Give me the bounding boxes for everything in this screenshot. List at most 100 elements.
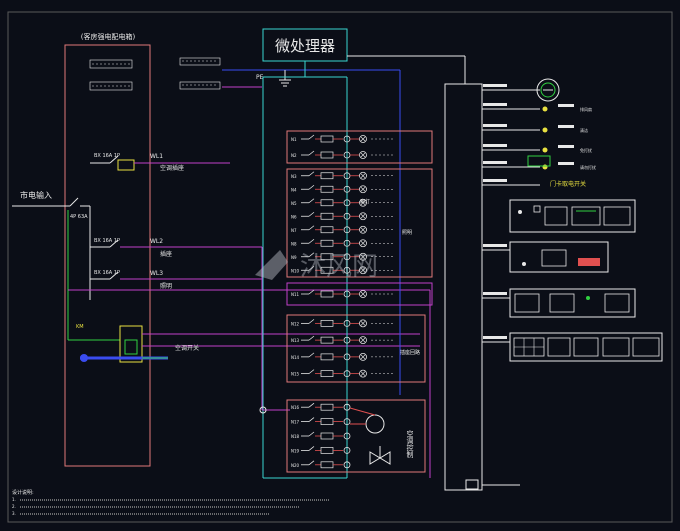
right-control-strip	[444, 83, 483, 491]
mains-label: 市电输入	[20, 190, 52, 200]
right-row-label: 清洁	[580, 127, 588, 133]
circuit-row: N1	[291, 134, 393, 143]
watermark: 沐风网	[300, 252, 378, 282]
relay-symbol	[320, 185, 334, 193]
circuit-note-2: 插座	[160, 250, 172, 258]
circuit-row: N2	[291, 150, 393, 159]
circuit-row-label: N6	[291, 214, 297, 219]
group-label-sockets: 插座回路	[400, 349, 420, 356]
relay-symbol	[320, 239, 334, 247]
circuit-tag-1: WL1	[150, 153, 163, 160]
relay-symbol	[320, 447, 334, 454]
circuit-row: N20	[291, 460, 351, 469]
circuit-row: N5	[291, 198, 393, 207]
relay-symbol	[320, 290, 334, 298]
circuit-row-label: N9	[291, 255, 297, 260]
right-device-row	[482, 103, 574, 112]
circuit-row-label: N19	[291, 448, 300, 453]
circuit-row-label: N16	[291, 405, 300, 410]
group-label-lighting: 照明	[402, 230, 412, 236]
note-1: 1.	[12, 497, 16, 502]
control-panel-1	[509, 199, 636, 233]
relay-symbol	[320, 172, 334, 180]
watermark-logo	[255, 250, 288, 280]
right-device-row	[482, 144, 574, 153]
circuit-row-label: N2	[291, 153, 297, 158]
panel-title: (客房强电配电箱)	[81, 32, 136, 41]
circuit-row: N19	[291, 446, 351, 454]
circuit-note-1: 空调插座	[160, 164, 184, 172]
group-label-ac: 空调控制	[406, 429, 414, 459]
circuit-row-label: N8	[291, 241, 297, 246]
right-row-label: 免打扰	[580, 147, 592, 153]
circuit-row-label: N15	[291, 372, 300, 377]
right-panel-label: 门卡取电开关	[550, 180, 586, 188]
keycard-switch-icon	[536, 78, 560, 102]
keycard-indicator	[527, 155, 551, 167]
indicator-icon	[542, 147, 548, 153]
circuit-row: N13	[291, 335, 393, 345]
relay-symbol	[320, 226, 334, 234]
control-panel-2	[509, 241, 609, 273]
circuit-row-label: N13	[291, 338, 300, 343]
mcb-label: 4P 63A	[70, 214, 88, 220]
right-device-row	[482, 244, 510, 251]
circuit-row-label: N12	[291, 321, 300, 326]
branch-circuit-1: BX 16A 1P WL1 空调插座	[90, 153, 230, 172]
breaker-label-1: BX 16A 1P	[94, 153, 120, 159]
branch-circuit-2: BX 16A 1P WL2 插座	[90, 238, 262, 258]
ground-symbol	[279, 70, 291, 87]
ac-valve	[369, 446, 391, 465]
wiring-schematic: (客房强电配电箱) 市电输入 4P 63A BX 16A 1P WL1 空调插座…	[7, 11, 673, 523]
relay-symbol	[320, 461, 334, 469]
top-device-cluster	[179, 57, 221, 90]
right-device-row	[482, 336, 510, 343]
title: 微处理器	[275, 37, 335, 55]
ac-fan-motor	[349, 407, 385, 434]
main-breaker-symbol	[69, 197, 79, 207]
right-row-label: 请勿打扰	[580, 164, 596, 170]
branch-circuit-3: BX 16A 1P WL3 照明	[90, 270, 262, 290]
circuit-group-box-1	[286, 130, 433, 164]
circuit-row: N4	[291, 184, 393, 194]
circuit-row-label: N7	[291, 228, 297, 233]
right-device-row	[482, 124, 574, 133]
relay-symbol	[320, 135, 334, 143]
relay-symbol	[320, 320, 334, 327]
relay-symbol	[320, 418, 334, 425]
indicator-icon	[542, 164, 548, 170]
circuit-row-label: N14	[291, 355, 300, 360]
design-notes: 设计说明: 1. 2. 3.	[12, 489, 330, 516]
circuit-tag-3: WL3	[150, 270, 163, 277]
panel-device-top	[89, 59, 133, 91]
circuit-note-3: 照明	[160, 283, 172, 290]
group-label-lighting-corridor: 廊灯	[360, 198, 370, 205]
circuit-row-label: N18	[291, 434, 300, 439]
circuit-row: N7	[291, 225, 393, 234]
circuit-group-box-4	[286, 314, 426, 383]
circuit-row-label: N10	[291, 268, 300, 273]
right-device-row	[482, 292, 510, 299]
circuit-row: N12	[291, 319, 393, 328]
ground-label: PE	[256, 74, 264, 81]
circuit-row-label: N5	[291, 201, 297, 206]
relay-symbol	[320, 199, 334, 207]
circuit-row-label: N20	[291, 463, 300, 468]
circuit-tag-2: WL2	[150, 238, 163, 245]
indicator-icon	[542, 106, 548, 112]
indicator-icon	[542, 127, 548, 133]
circuit-row-label: N3	[291, 174, 297, 179]
circuit-row: N18	[291, 431, 351, 440]
relay-symbol	[320, 353, 334, 361]
relay-symbol	[320, 432, 334, 440]
contactor-label: KM	[76, 324, 84, 330]
circuit-row: N14	[291, 352, 393, 361]
right-device-row	[482, 179, 540, 186]
circuit-row-label: N1	[291, 137, 297, 142]
note-heading: 设计说明:	[12, 489, 34, 496]
circuit-row-label: N17	[291, 420, 300, 425]
load-label: 空调开关	[175, 344, 199, 352]
note-3: 3.	[12, 511, 16, 516]
relay-symbol	[320, 403, 334, 411]
circuit-row: N8	[291, 238, 393, 248]
